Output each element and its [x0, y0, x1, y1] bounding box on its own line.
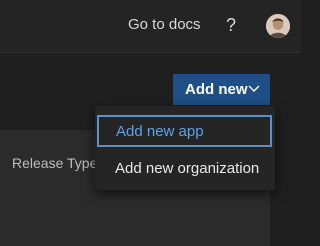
menu-item-add-new-app[interactable]: Add new app: [96, 114, 273, 148]
top-navigation-bar: Go to docs ?: [0, 0, 301, 53]
app-root: Go to docs ? Add new Release Type: Add n…: [0, 0, 301, 246]
chevron-down-icon: [248, 85, 260, 92]
add-new-button[interactable]: Add new: [173, 74, 270, 105]
help-icon: ?: [225, 14, 236, 35]
help-button[interactable]: ?: [221, 12, 241, 38]
add-new-label: Add new: [185, 81, 248, 98]
menu-item-add-new-organization[interactable]: Add new organization: [95, 151, 275, 185]
release-type-label: Release Type:: [12, 155, 102, 171]
user-avatar[interactable]: [266, 14, 290, 38]
avatar-portrait-icon: [266, 14, 290, 38]
go-to-docs-link[interactable]: Go to docs: [128, 16, 201, 33]
add-new-dropdown-menu: Add new app Add new organization: [95, 106, 275, 190]
